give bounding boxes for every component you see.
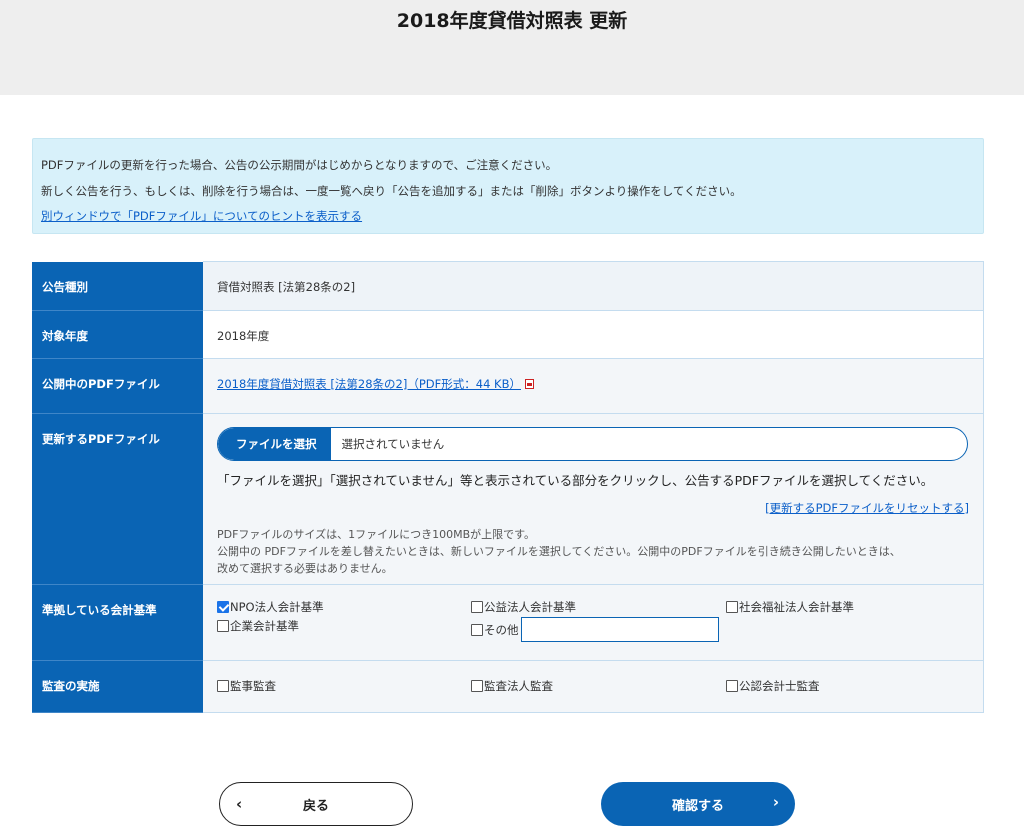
chevron-left-icon: ‹: [236, 795, 243, 813]
checkbox-corporate[interactable]: [217, 620, 229, 632]
standards-label-text: 準拠している会計基準: [42, 603, 157, 617]
standard-public-interest-label: 公益法人会計基準: [484, 600, 576, 614]
year-cell: 2018年度: [203, 310, 984, 359]
audit-firm-label: 監査法人監査: [484, 679, 553, 693]
update-pdf-label-text: 更新するPDFファイル: [42, 432, 160, 446]
audit-label-text: 監査の実施: [42, 679, 100, 693]
public-pdf-cell: 2018年度貸借対照表 [法第28条の2]（PDF形式：44 KB）: [203, 358, 984, 414]
row-public-pdf: 公開中のPDFファイル 2018年度貸借対照表 [法第28条の2]（PDF形式：…: [32, 358, 984, 414]
confirm-button[interactable]: 確認する ›: [601, 782, 795, 826]
public-pdf-link[interactable]: 2018年度貸借対照表 [法第28条の2]（PDF形式：44 KB）: [217, 377, 521, 391]
confirm-button-label: 確認する: [671, 798, 724, 814]
standard-corporate-label: 企業会計基準: [230, 619, 299, 633]
standard-npo[interactable]: NPO法人会計基準: [217, 599, 324, 615]
row-audit: 監査の実施 監事監査 監査法人監査 公認会計士監査: [32, 660, 984, 713]
checkbox-audit-firm[interactable]: [471, 680, 483, 692]
checkbox-cpa[interactable]: [726, 680, 738, 692]
audit-cell: 監事監査 監査法人監査 公認会計士監査: [203, 660, 984, 713]
standards-cell: NPO法人会計基準 公益法人会計基準 社会福祉法人会計基準 企業会計基準 その他: [203, 584, 984, 661]
standard-social-welfare[interactable]: 社会福祉法人会計基準: [726, 599, 854, 615]
type-cell: 貸借対照表 [法第28条の2]: [203, 261, 984, 311]
type-value: 貸借対照表 [法第28条の2]: [217, 280, 356, 294]
checkbox-npo[interactable]: [217, 601, 229, 613]
notice-line-2: 新しく公告を行う、もしくは、削除を行う場合は、一度一覧へ戻り「公告を追加する」ま…: [41, 184, 742, 198]
update-pdf-cell: ファイルを選択 選択されていません 「ファイルを選択」「選択されていません」等と…: [203, 413, 984, 585]
checkbox-social-welfare[interactable]: [726, 601, 738, 613]
checkbox-auditor[interactable]: [217, 680, 229, 692]
standard-other-label: その他: [484, 622, 519, 637]
reset-pdf-link[interactable]: [更新するPDFファイルをリセットする]: [765, 501, 969, 515]
type-label: 公告種別: [32, 261, 203, 311]
type-label-text: 公告種別: [42, 279, 88, 294]
year-label-text: 対象年度: [42, 329, 88, 343]
standard-npo-label: NPO法人会計基準: [230, 600, 324, 614]
row-year: 対象年度 2018年度: [32, 310, 984, 359]
file-hint-text: 「ファイルを選択」「選択されていません」等と表示されている部分をクリックし、公告…: [217, 473, 934, 488]
row-standards: 準拠している会計基準 NPO法人会計基準 公益法人会計基準 社会福祉法人会計基準…: [32, 584, 984, 661]
update-pdf-label: 更新するPDFファイル: [32, 413, 203, 585]
size-note-line-3: 改めて選択する必要はありません。: [217, 562, 393, 575]
standards-label: 準拠している会計基準: [32, 584, 203, 661]
audit-auditor[interactable]: 監事監査: [217, 678, 276, 694]
update-form-table: 公告種別 貸借対照表 [法第28条の2] 対象年度 2018年度 公開中のPDF…: [32, 261, 984, 713]
audit-firm[interactable]: 監査法人監査: [471, 678, 553, 694]
size-note-line-2: 公開中の PDFファイルを差し替えたいときは、新しいファイルを選択してください。…: [217, 545, 901, 558]
page-header: 2018年度貸借対照表 更新: [0, 0, 1024, 95]
size-note: PDFファイルのサイズは、1ファイルにつき100MBが上限です。 公開中の PD…: [217, 526, 969, 577]
audit-group: 監事監査 監査法人監査 公認会計士監査: [217, 661, 969, 701]
reset-wrap: [更新するPDFファイルをリセットする]: [217, 500, 969, 516]
standard-other[interactable]: その他: [471, 617, 719, 642]
file-input[interactable]: ファイルを選択 選択されていません: [217, 427, 968, 461]
public-pdf-label-text: 公開中のPDFファイル: [42, 377, 160, 391]
back-button-label: 戻る: [302, 798, 329, 814]
pdf-hint-link[interactable]: 別ウィンドウで「PDFファイル」についてのヒントを表示する: [41, 209, 362, 223]
other-standard-input[interactable]: [520, 617, 719, 642]
row-type: 公告種別 貸借対照表 [法第28条の2]: [32, 261, 984, 311]
audit-cpa[interactable]: 公認会計士監査: [726, 678, 820, 694]
page-title: 2018年度貸借対照表 更新: [396, 10, 628, 32]
chevron-right-icon: ›: [772, 793, 779, 811]
row-update-pdf: 更新するPDFファイル ファイルを選択 選択されていません 「ファイルを選択」「…: [32, 413, 984, 585]
audit-auditor-label: 監事監査: [230, 679, 276, 693]
year-value: 2018年度: [217, 329, 270, 343]
notice-line-1: PDFファイルの更新を行った場合、公告の公示期間がはじめからとなりますので、ご注…: [41, 158, 558, 172]
standard-public-interest[interactable]: 公益法人会計基準: [471, 599, 576, 615]
size-note-line-1: PDFファイルのサイズは、1ファイルにつき100MBが上限です。: [217, 528, 536, 541]
public-pdf-wrap: 2018年度貸借対照表 [法第28条の2]（PDF形式：44 KB）: [217, 359, 969, 392]
audit-label: 監査の実施: [32, 660, 203, 713]
pdf-file-icon: [524, 379, 534, 389]
standard-social-welfare-label: 社会福祉法人会計基準: [739, 600, 854, 614]
audit-cpa-label: 公認会計士監査: [739, 679, 820, 693]
checkbox-public-interest[interactable]: [471, 601, 483, 613]
notice-box: PDFファイルの更新を行った場合、公告の公示期間がはじめからとなりますので、ご注…: [32, 138, 984, 234]
year-label: 対象年度: [32, 310, 203, 359]
checkbox-other[interactable]: [471, 623, 483, 636]
standard-corporate[interactable]: 企業会計基準: [217, 618, 299, 634]
file-select-button[interactable]: ファイルを選択: [218, 428, 331, 460]
standards-group: NPO法人会計基準 公益法人会計基準 社会福祉法人会計基準 企業会計基準 その他: [217, 585, 969, 645]
file-status[interactable]: 選択されていません: [331, 436, 445, 452]
public-pdf-label: 公開中のPDFファイル: [32, 358, 203, 414]
back-button[interactable]: ‹ 戻る: [219, 782, 413, 826]
